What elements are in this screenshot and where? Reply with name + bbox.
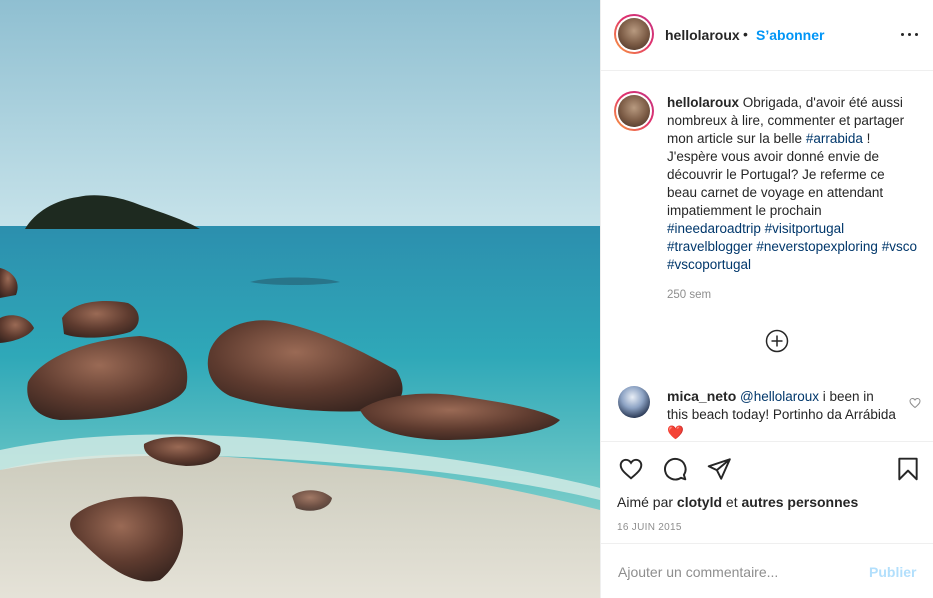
caption-avatar[interactable] (614, 91, 654, 131)
comments-list[interactable]: hellolaroux Obrigada, d'avoir été aussi … (601, 72, 933, 440)
add-comment-input[interactable] (618, 562, 858, 582)
comment-bubble-icon[interactable] (662, 456, 688, 482)
add-comment-section: Publier (601, 543, 933, 598)
hashtag-link[interactable]: #neverstopexploring (756, 239, 878, 254)
share-paper-plane-icon[interactable] (706, 456, 732, 482)
author-avatar[interactable] (614, 14, 654, 54)
more-options-icon[interactable] (901, 27, 919, 43)
post-photo[interactable] (0, 0, 600, 598)
likes-summary: Aimé par clotyld et autres personnes (617, 494, 858, 510)
author-username[interactable]: hellolaroux (665, 27, 740, 43)
reply-avatar[interactable] (618, 386, 650, 418)
follow-button[interactable]: S’abonner (756, 27, 824, 43)
likes-joiner: et (722, 494, 742, 510)
load-more-comments-icon[interactable] (765, 329, 789, 353)
post-date[interactable]: 16 JUIN 2015 (617, 522, 682, 533)
hashtag-link[interactable]: #vscoportugal (667, 257, 751, 272)
hashtag-link[interactable]: #vsco (882, 239, 917, 254)
likes-others-link[interactable]: autres personnes (742, 494, 859, 510)
separator-dot: • (743, 26, 748, 42)
reply-comment: mica_neto @hellolaroux i been in this be… (667, 387, 897, 440)
mention-link[interactable]: @hellolaroux (740, 389, 819, 404)
liker-username[interactable]: clotyld (677, 494, 722, 510)
hashtag-link[interactable]: #ineedaroadtrip (667, 221, 761, 236)
hashtag-link[interactable]: #visitportugal (765, 221, 845, 236)
save-bookmark-icon[interactable] (895, 456, 921, 482)
hashtag-link[interactable]: #travelblogger (667, 239, 753, 254)
caption-time[interactable]: 250 sem (667, 289, 711, 301)
caption-username[interactable]: hellolaroux (667, 95, 739, 110)
like-comment-heart-icon[interactable] (909, 397, 921, 409)
reply-username[interactable]: mica_neto (667, 388, 736, 404)
like-heart-icon[interactable] (618, 456, 644, 482)
publish-button[interactable]: Publier (869, 564, 916, 580)
post-side-panel: hellolaroux • S’abonner hellolaroux Obri… (600, 0, 933, 598)
hashtag-link[interactable]: #arrabida (806, 131, 863, 146)
post-header: hellolaroux • S’abonner (601, 0, 933, 71)
likes-prefix: Aimé par (617, 494, 677, 510)
heart-emoji: ❤️ (667, 425, 684, 440)
caption-text: hellolaroux Obrigada, d'avoir été aussi … (667, 94, 917, 274)
post-actions: Aimé par clotyld et autres personnes 16 … (601, 441, 933, 542)
beach-photo-image (0, 0, 600, 598)
